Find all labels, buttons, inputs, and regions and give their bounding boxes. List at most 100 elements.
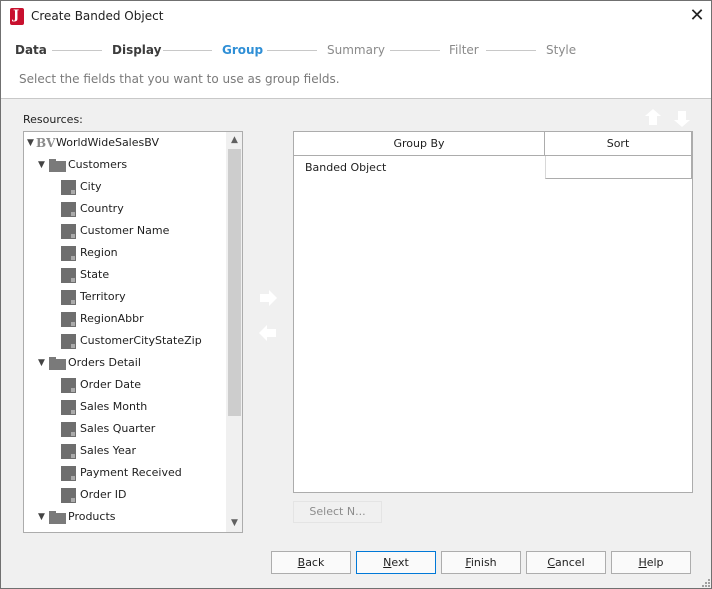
back-label: ack: [305, 556, 325, 569]
tree-field[interactable]: RegionAbbr: [24, 308, 224, 330]
tree-folder-label: Products: [68, 510, 116, 523]
cancel-button[interactable]: Cancel: [526, 551, 606, 574]
tree-field-label: Country: [80, 202, 124, 215]
tree-field[interactable]: Territory: [24, 286, 224, 308]
finish-button[interactable]: Finish: [441, 551, 521, 574]
scroll-thumb[interactable]: [228, 149, 241, 416]
step-divider: [267, 50, 317, 51]
table-cell-sort[interactable]: [545, 156, 692, 179]
field-icon: [61, 378, 76, 393]
tree-field-label: Sales Year: [80, 444, 137, 457]
close-icon[interactable]: ✕: [685, 5, 709, 27]
scroll-down-icon[interactable]: ▼: [226, 515, 242, 532]
tree-field[interactable]: Order ID: [24, 484, 224, 506]
tree-field[interactable]: Sales Month: [24, 396, 224, 418]
tree-field[interactable]: CustomerCityStateZip: [24, 330, 224, 352]
help-label: elp: [646, 556, 664, 569]
tree-field-label: Territory: [80, 290, 126, 303]
field-icon: [61, 334, 76, 349]
dialog-window: Create Banded Object ✕ Data Display Grou…: [0, 0, 712, 589]
tree-field-label: State: [80, 268, 110, 281]
group-fields-table[interactable]: Group By Sort Banded Object: [293, 131, 693, 493]
tree-field-label: CustomerCityStateZip: [80, 334, 202, 347]
tree-field-label: Payment Received: [80, 466, 182, 479]
tree-field[interactable]: Payment Received: [24, 462, 224, 484]
tree-folder-label: Orders Detail: [68, 356, 141, 369]
move-down-button[interactable]: [672, 108, 692, 128]
field-icon: [61, 202, 76, 217]
table-cell-group-by[interactable]: Banded Object: [294, 156, 545, 179]
step-divider: [486, 50, 536, 51]
field-icon: [61, 180, 76, 195]
select-n-button[interactable]: Select N...: [293, 501, 382, 523]
field-icon: [61, 290, 76, 305]
tree-field-label: Order ID: [80, 488, 127, 501]
title-bar: Create Banded Object ✕: [1, 1, 711, 32]
chevron-down-icon[interactable]: ▼: [38, 506, 48, 528]
remove-field-button[interactable]: [258, 324, 278, 344]
tree-field-label: Order Date: [80, 378, 142, 391]
tree-folder-products[interactable]: ▼ Products: [24, 506, 224, 528]
field-icon: [61, 444, 76, 459]
field-icon: [61, 532, 76, 533]
resources-label: Resources:: [23, 113, 83, 126]
resources-tree[interactable]: ▼ BV WorldWideSalesBV ▼ Customers City C…: [23, 131, 243, 533]
tree-folder-orders-detail[interactable]: ▼ Orders Detail: [24, 352, 224, 374]
scroll-up-icon[interactable]: ▲: [226, 132, 242, 149]
field-icon: [61, 422, 76, 437]
field-icon: [61, 466, 76, 481]
tree-field-label: RegionAbbr: [80, 312, 144, 325]
tree-folder-customers[interactable]: ▼ Customers: [24, 154, 224, 176]
tree-scrollbar[interactable]: ▲ ▼: [226, 132, 242, 532]
step-group: Group: [222, 43, 264, 57]
app-logo-icon: [10, 8, 24, 25]
tree-field[interactable]: Country: [24, 198, 224, 220]
arrow-left-icon: [259, 325, 276, 341]
folder-icon: [49, 511, 66, 524]
tree-field-label: Customer Name: [80, 224, 170, 237]
chevron-down-icon[interactable]: ▼: [38, 154, 48, 176]
next-button[interactable]: Next: [356, 551, 436, 574]
tree-field-label: Sales Quarter: [80, 422, 156, 435]
instruction-text: Select the fields that you want to use a…: [19, 72, 340, 86]
step-divider: [163, 50, 212, 51]
help-mnemonic: H: [638, 556, 647, 569]
field-icon: [61, 400, 76, 415]
step-divider: [390, 50, 440, 51]
folder-icon: [49, 357, 66, 370]
arrow-up-icon: [645, 109, 661, 125]
tree-field-label: Region: [80, 246, 118, 259]
resize-grip-icon[interactable]: [701, 578, 711, 588]
tree-field[interactable]: Region: [24, 242, 224, 264]
back-button[interactable]: Back: [271, 551, 351, 574]
tree-field[interactable]: Sales Year: [24, 440, 224, 462]
help-button[interactable]: Help: [611, 551, 691, 574]
field-icon: [61, 246, 76, 261]
move-up-button[interactable]: [643, 108, 663, 128]
tree-field[interactable]: [24, 528, 224, 533]
tree-field-label: City: [80, 180, 102, 193]
finish-label: inish: [470, 556, 497, 569]
next-label: ext: [391, 556, 409, 569]
step-data: Data: [15, 43, 47, 57]
column-header-group-by[interactable]: Group By: [294, 132, 545, 156]
arrow-right-icon: [260, 290, 277, 306]
tree-field[interactable]: State: [24, 264, 224, 286]
tree-root-label: WorldWideSalesBV: [56, 136, 159, 149]
tree-field[interactable]: Order Date: [24, 374, 224, 396]
tree-root[interactable]: ▼ BV WorldWideSalesBV: [24, 132, 224, 154]
arrow-down-icon: [674, 111, 690, 127]
step-display: Display: [112, 43, 162, 57]
step-style: Style: [546, 43, 577, 57]
tree-field[interactable]: City: [24, 176, 224, 198]
add-field-button[interactable]: [258, 289, 278, 309]
field-icon: [61, 224, 76, 239]
cancel-label: ancel: [555, 556, 585, 569]
field-icon: [61, 488, 76, 503]
business-view-icon: BV: [36, 136, 56, 150]
tree-field-label: Sales Month: [80, 400, 148, 413]
tree-field[interactable]: Customer Name: [24, 220, 224, 242]
tree-field[interactable]: Sales Quarter: [24, 418, 224, 440]
column-header-sort[interactable]: Sort: [545, 132, 692, 156]
chevron-down-icon[interactable]: ▼: [38, 352, 48, 374]
